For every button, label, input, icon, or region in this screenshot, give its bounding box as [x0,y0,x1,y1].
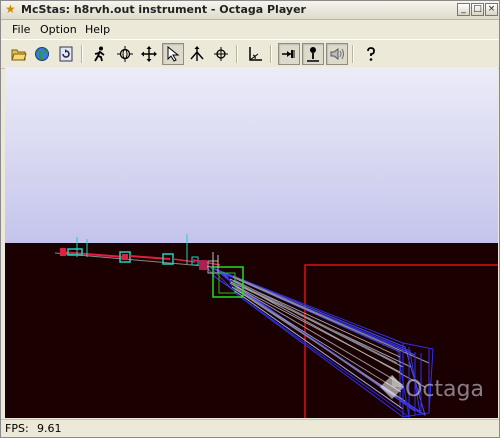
select-arrow-icon [167,46,180,62]
gravity-icon [307,47,319,62]
minimize-button[interactable]: _ [457,3,470,16]
collision-icon [282,50,295,58]
3d-viewport[interactable]: Octaga [5,67,498,418]
star-icon: ★ [5,2,16,16]
walk-icon [94,46,105,62]
axes-icon [249,47,262,61]
fly-button[interactable] [186,43,208,65]
maximize-button[interactable]: □ [471,3,484,16]
walk-button[interactable] [89,43,111,65]
menu-help[interactable]: Help [85,23,110,36]
axes-button[interactable] [244,43,266,65]
scene-render: Octaga [5,67,498,418]
examine-icon [117,46,133,62]
sound-icon [330,48,344,60]
sound-button[interactable] [326,43,348,65]
globe-button[interactable] [31,43,53,65]
maximize-icon: □ [473,4,482,14]
gravity-button[interactable] [302,43,324,65]
menu-file[interactable]: File [12,23,30,36]
close-button[interactable]: × [485,3,498,16]
toolbar [1,39,499,69]
menu-option[interactable]: Option [40,23,77,36]
sky [5,67,498,243]
minimize-icon: _ [461,4,466,14]
crosshair-icon [214,47,228,61]
close-icon: × [487,4,496,14]
toolbar-separator [270,45,272,63]
title-bar[interactable]: ★ McStas: h8rvh.out instrument - Octaga … [1,1,499,20]
status-bar: FPS: 9.61 [1,419,499,438]
menu-bar: File Option Help [1,20,499,38]
reload-button[interactable] [55,43,77,65]
globe-icon [35,47,49,61]
fps-value: 9.61 [37,422,62,435]
crosshair-button[interactable] [210,43,232,65]
open-button[interactable] [8,43,30,65]
help-button[interactable] [360,43,382,65]
toolbar-separator [352,45,354,63]
reload-icon [59,46,73,62]
window-title: McStas: h8rvh.out instrument - Octaga Pl… [21,3,306,16]
fps-label: FPS: [5,422,29,435]
octaga-brand-text: Octaga [405,377,484,402]
app-window: ★ McStas: h8rvh.out instrument - Octaga … [0,0,500,438]
collision-button[interactable] [278,43,300,65]
examine-button[interactable] [114,43,136,65]
toolbar-separator [236,45,238,63]
fly-icon [190,46,204,61]
open-folder-icon [11,49,27,61]
help-icon [367,47,375,61]
toolbar-separator [81,45,83,63]
pan-icon [141,46,157,62]
pan-button[interactable] [138,43,160,65]
select-button[interactable] [162,43,184,65]
